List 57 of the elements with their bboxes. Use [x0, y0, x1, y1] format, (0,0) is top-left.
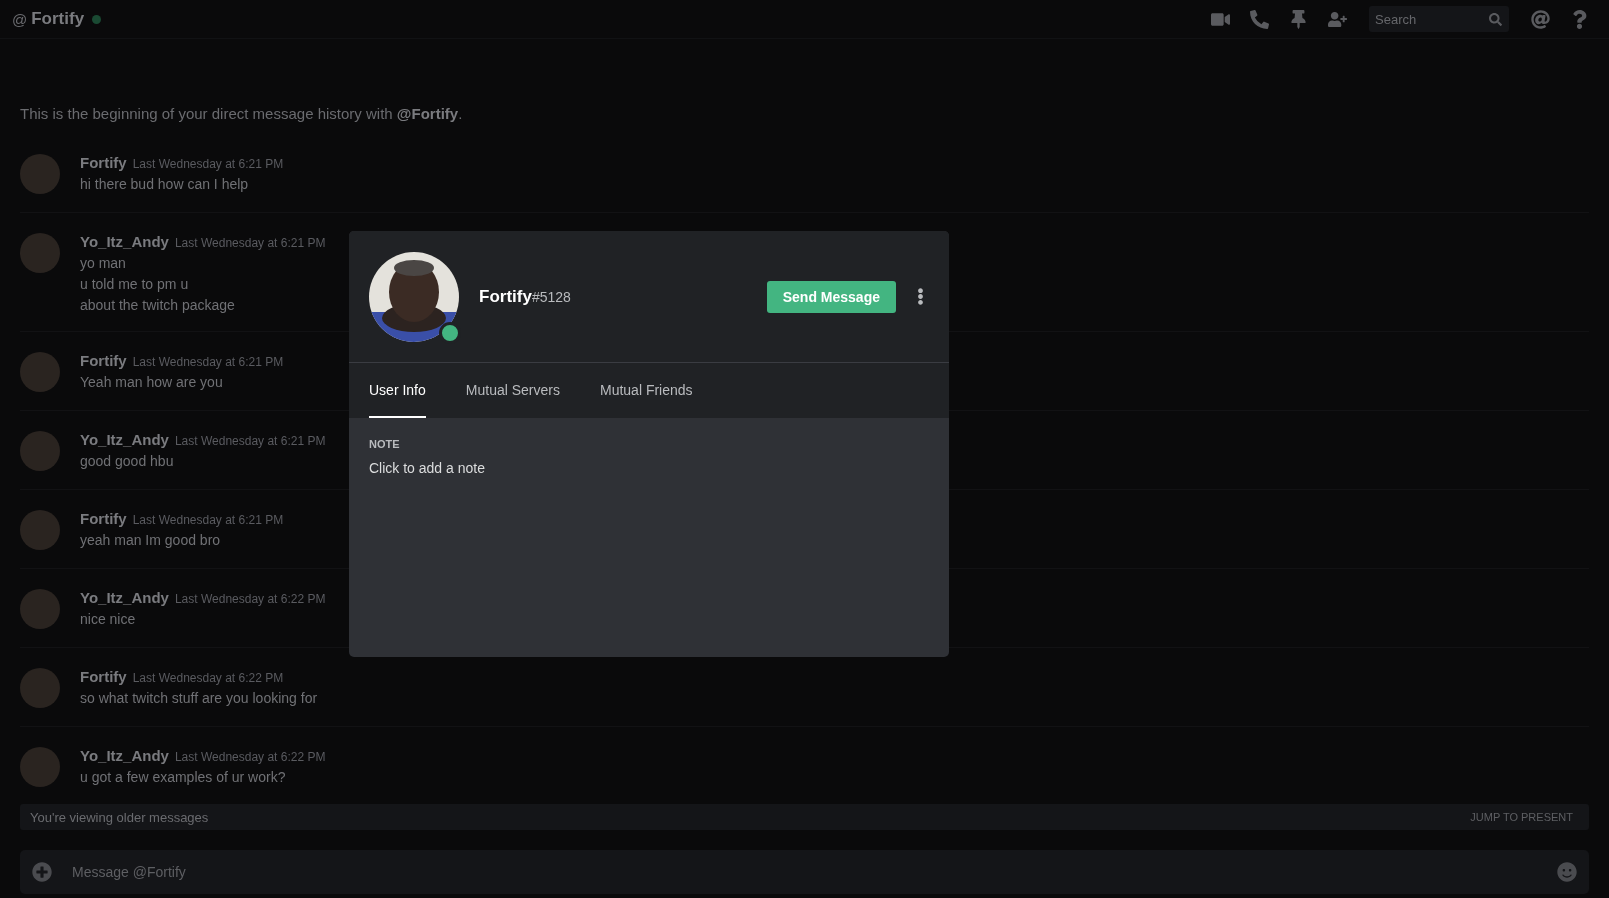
channel-title: Fortify	[31, 9, 85, 29]
timestamp: Last Wednesday at 6:22 PM	[132, 671, 284, 685]
timestamp: Last Wednesday at 6:22 PM	[174, 592, 326, 606]
author-name[interactable]: Yo_Itz_Andy	[80, 747, 169, 764]
tab[interactable]: Mutual Servers	[465, 363, 560, 418]
note-label: NOTE	[369, 438, 401, 450]
add-icon[interactable]	[32, 862, 52, 882]
timestamp: Last Wednesday at 6:21 PM	[174, 434, 326, 448]
tab[interactable]: User Info	[369, 363, 426, 418]
search-icon	[1489, 13, 1502, 26]
help-icon[interactable]	[1570, 9, 1589, 29]
avatar[interactable]	[20, 352, 60, 392]
avatar[interactable]	[20, 668, 60, 708]
avatar[interactable]	[20, 510, 60, 550]
timestamp: Last Wednesday at 6:21 PM	[174, 236, 326, 250]
timestamp: Last Wednesday at 6:22 PM	[174, 750, 326, 764]
avatar[interactable]	[20, 589, 60, 629]
avatar[interactable]	[20, 747, 60, 787]
message-text: Yeah man how are you	[80, 374, 224, 390]
send-message-button[interactable]: Send Message	[766, 280, 896, 313]
author-name[interactable]: Yo_Itz_Andy	[80, 431, 169, 448]
timestamp: Last Wednesday at 6:21 PM	[132, 355, 284, 369]
avatar[interactable]	[20, 154, 60, 194]
message-text: hi there bud how can I help	[80, 176, 250, 192]
avatar[interactable]	[20, 431, 60, 471]
tab[interactable]: Mutual Friends	[599, 363, 693, 418]
avatar[interactable]	[20, 233, 60, 273]
timestamp: Last Wednesday at 6:21 PM	[132, 513, 284, 527]
add-user-icon[interactable]	[1328, 9, 1347, 29]
at-sign: @	[12, 10, 28, 28]
message-field[interactable]: Message @Fortify	[20, 850, 1589, 894]
intro-text: This is the beginning of your direct message history with @Fortify.	[20, 105, 464, 122]
emoji-icon[interactable]	[1557, 862, 1577, 882]
message-text: nice nice	[80, 611, 137, 627]
jump-to-present-button[interactable]: JUMP TO PRESENT	[1464, 810, 1579, 824]
pin-icon[interactable]	[1289, 9, 1308, 29]
discriminator: #5128	[531, 288, 571, 305]
message-text: about the twitch package	[80, 297, 236, 313]
note-field[interactable]: Click to add a note	[369, 460, 929, 476]
message-text: yeah man Im good bro	[80, 532, 222, 548]
message-text: good good hbu	[80, 453, 175, 469]
author-name[interactable]: Fortify	[80, 510, 127, 527]
message-text: u told me to pm u	[80, 276, 190, 292]
at-icon[interactable]	[1531, 9, 1550, 29]
username: Fortify	[479, 286, 532, 307]
search-field[interactable]: Search	[1369, 6, 1509, 32]
message-text: so what twitch stuff are you looking for	[80, 690, 318, 706]
author-name[interactable]: Fortify	[80, 154, 127, 171]
author-name[interactable]: Fortify	[80, 352, 127, 369]
message-text: yo man	[80, 255, 127, 271]
phone-icon[interactable]	[1250, 9, 1269, 29]
author-name[interactable]: Fortify	[80, 668, 127, 685]
author-name[interactable]: Yo_Itz_Andy	[80, 233, 169, 250]
timestamp: Last Wednesday at 6:21 PM	[132, 157, 284, 171]
author-name[interactable]: Yo_Itz_Andy	[80, 589, 169, 606]
message-text: u got a few examples of ur work?	[80, 769, 287, 785]
older-messages-text: You're viewing older messages	[30, 809, 209, 825]
